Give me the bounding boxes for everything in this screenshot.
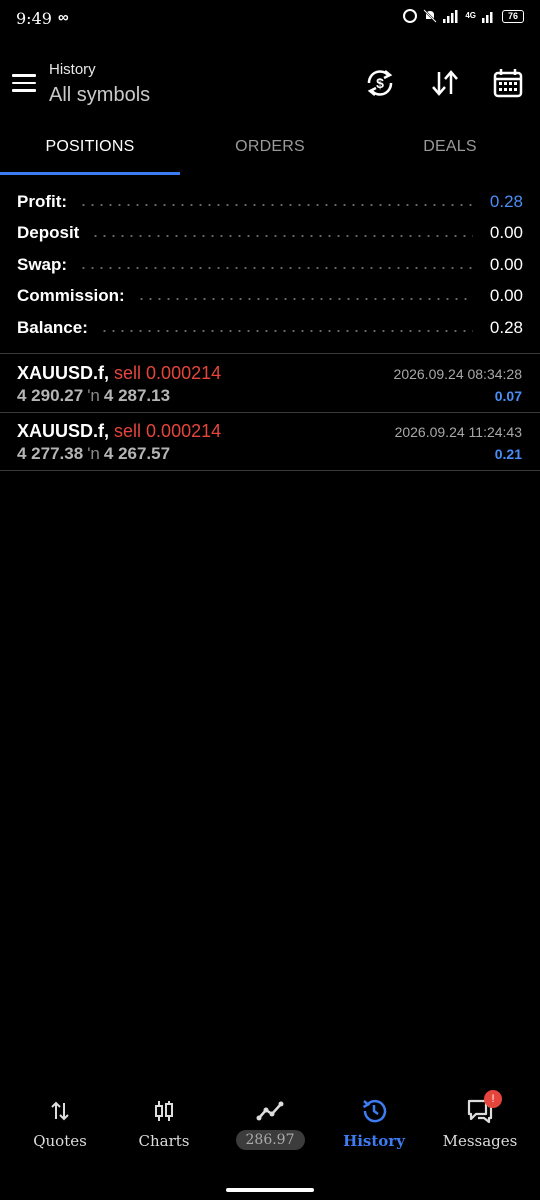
candlestick-icon <box>110 1096 218 1126</box>
leader-dots <box>91 235 473 238</box>
status-icons: 4G 76 <box>403 9 524 23</box>
nav-history-label: History <box>343 1132 405 1150</box>
calendar-icon[interactable] <box>491 66 525 100</box>
quotes-icon <box>6 1096 114 1126</box>
nav-messages-label: Messages <box>442 1132 518 1150</box>
summary-row-profit: Profit: 0.28 <box>0 186 540 218</box>
commission-label: Commission: <box>17 286 125 306</box>
leader-dots <box>136 298 473 301</box>
nav-charts[interactable]: Charts <box>110 1096 218 1150</box>
position-side-volume: sell 0.000214 <box>114 363 222 383</box>
position-profit: 0.07 <box>494 388 522 404</box>
open-price: 4 290.27 <box>17 386 84 405</box>
signal-icon-2 <box>482 9 496 23</box>
equity-pill: 286.97 <box>235 1130 305 1150</box>
alarm-icon <box>403 9 418 23</box>
svg-text:$: $ <box>376 75 384 91</box>
menu-icon[interactable] <box>12 74 36 92</box>
tab-deals[interactable]: DEALS <box>360 128 540 175</box>
notification-badge: ! <box>484 1090 502 1108</box>
balance-label: Balance: <box>17 317 88 337</box>
currency-exchange-icon[interactable]: $ <box>363 66 397 100</box>
position-time: 2026.09.24 08:34:28 <box>393 366 522 382</box>
leader-dots <box>99 329 473 332</box>
nav-charts-label: Charts <box>138 1132 190 1150</box>
tab-orders[interactable]: ORDERS <box>180 128 360 175</box>
infinity-icon: ∞ <box>58 9 69 26</box>
position-symbol: XAUUSD.f, <box>17 363 110 383</box>
balance-value: 0.28 <box>489 317 523 337</box>
history-icon <box>320 1096 428 1126</box>
status-time: 9:49 <box>16 9 52 28</box>
commission-value: 0.00 <box>489 286 523 306</box>
messages-icon: ! <box>426 1090 534 1126</box>
profit-label: Profit: <box>17 191 68 211</box>
position-row[interactable]: XAUUSD.f, sell 0.000214 4 277.38'n 4 267.… <box>0 412 540 470</box>
bottom-navigation: Quotes Charts 286.97 History ! Messages <box>0 1090 540 1166</box>
close-price: 4 267.57 <box>103 444 171 463</box>
close-price: 4 287.13 <box>103 386 171 405</box>
status-bar: 9:49 ∞ 4G 76 <box>0 0 540 38</box>
page-title: History <box>49 61 96 78</box>
position-time: 2026.09.24 11:24:43 <box>394 424 522 440</box>
swap-label: Swap: <box>17 254 68 274</box>
position-side-volume: sell 0.000214 <box>114 421 222 441</box>
sort-icon[interactable] <box>428 66 462 100</box>
history-tabs: POSITIONS ORDERS DEALS <box>0 128 540 175</box>
nav-quotes-label: Quotes <box>33 1132 87 1150</box>
nav-history[interactable]: History <box>320 1096 428 1150</box>
signal-icon <box>443 9 459 23</box>
trade-graph-icon <box>216 1096 324 1126</box>
position-row[interactable]: XAUUSD.f, sell 0.000214 4 290.27'n 4 287.… <box>0 354 540 412</box>
app-header: History All symbols $ <box>0 56 540 116</box>
summary-panel: Profit: 0.28 Deposit 0.00 Swap: 0.00 Com… <box>0 186 540 344</box>
summary-row-swap: Swap: 0.00 <box>0 249 540 281</box>
profit-value: 0.28 <box>489 191 523 211</box>
home-indicator[interactable] <box>226 1188 314 1192</box>
network-type: 4G <box>465 11 476 20</box>
deposit-label: Deposit <box>17 223 80 243</box>
open-price: 4 277.38 <box>17 444 84 463</box>
divider <box>0 470 540 471</box>
nav-messages[interactable]: ! Messages <box>426 1090 534 1150</box>
nav-quotes[interactable]: Quotes <box>6 1096 114 1150</box>
nav-trade[interactable]: 286.97 <box>216 1096 324 1150</box>
summary-row-deposit: Deposit 0.00 <box>0 218 540 250</box>
position-symbol: XAUUSD.f, <box>17 421 110 441</box>
leader-dots <box>79 266 473 269</box>
bell-off-icon <box>423 9 438 23</box>
battery-icon: 76 <box>502 9 524 23</box>
symbol-filter[interactable]: All symbols <box>49 84 150 107</box>
summary-row-commission: Commission: 0.00 <box>0 281 540 313</box>
position-profit: 0.21 <box>494 446 522 462</box>
arrow-icon: 'n <box>87 386 100 405</box>
tab-positions[interactable]: POSITIONS <box>0 128 180 175</box>
deposit-value: 0.00 <box>489 223 523 243</box>
swap-value: 0.00 <box>489 254 523 274</box>
leader-dots <box>79 203 473 206</box>
arrow-icon: 'n <box>87 444 100 463</box>
summary-row-balance: Balance: 0.28 <box>0 312 540 344</box>
